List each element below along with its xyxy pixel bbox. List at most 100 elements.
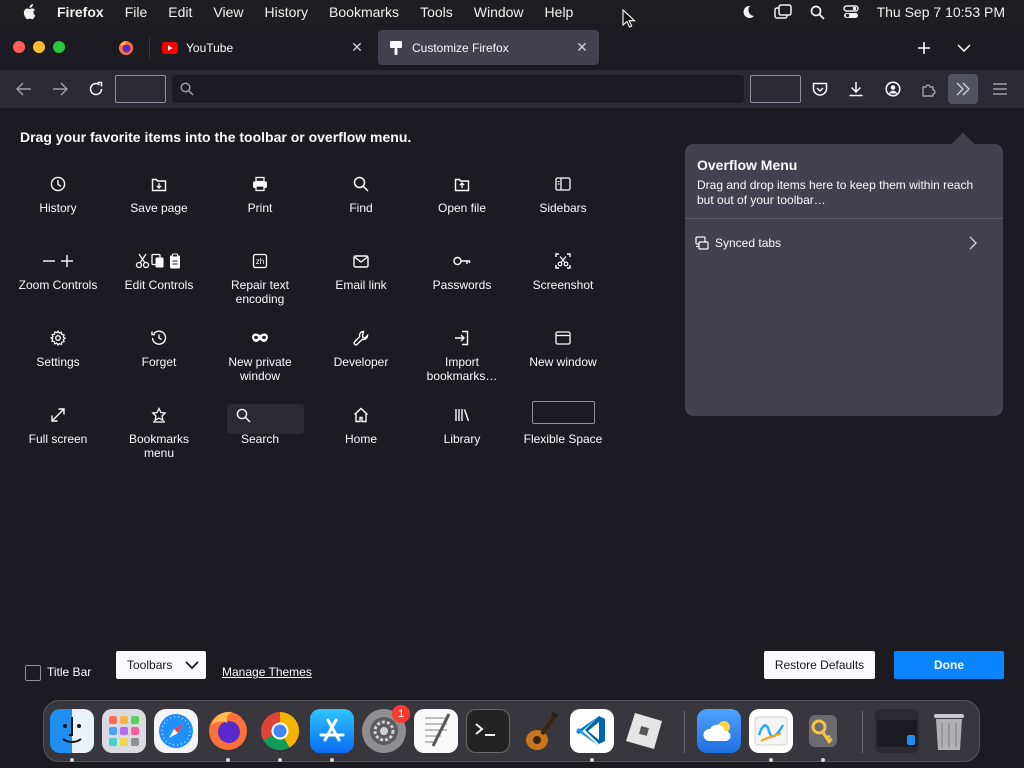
menu-file[interactable]: File: [125, 4, 148, 20]
palette-item-home[interactable]: Home: [316, 406, 406, 446]
tab-firefox-pinned[interactable]: [108, 30, 144, 65]
vscode-running-dot: [590, 758, 594, 762]
palette-item-search[interactable]: Search: [215, 404, 305, 446]
title-bar-checkbox[interactable]: [25, 665, 41, 681]
chrome-icon[interactable]: [258, 709, 302, 753]
moon-icon[interactable]: [740, 4, 756, 20]
keychain-running-dot: [821, 758, 825, 762]
palette-item-edit-controls[interactable]: Edit Controls: [114, 252, 204, 292]
palette-item-zoom-controls[interactable]: Zoom Controls: [13, 252, 103, 292]
trash-icon[interactable]: [927, 709, 971, 753]
terminal-icon[interactable]: [466, 709, 510, 753]
weather-icon[interactable]: [697, 709, 741, 753]
minimized-window-preview-icon[interactable]: [875, 709, 919, 753]
keychain-access-icon[interactable]: [801, 709, 845, 753]
forget-icon: [114, 329, 204, 347]
palette-item-flexible-space[interactable]: Flexible Space: [518, 400, 608, 446]
print-icon: [215, 175, 305, 193]
roblox-icon[interactable]: [622, 709, 666, 753]
menu-edit[interactable]: Edit: [168, 4, 192, 20]
downloads-button[interactable]: [841, 74, 871, 104]
manage-themes-link[interactable]: Manage Themes: [222, 665, 312, 679]
extensions-button[interactable]: [914, 74, 944, 104]
gear-icon: [13, 329, 103, 347]
palette-item-import-bookmarks[interactable]: Import bookmarks…: [417, 329, 507, 383]
firefox-dock-icon[interactable]: [206, 709, 250, 753]
menu-bookmarks[interactable]: Bookmarks: [329, 4, 399, 20]
palette-item-developer[interactable]: Developer: [316, 329, 406, 369]
app-store-icon[interactable]: [310, 709, 354, 753]
palette-item-settings[interactable]: Settings: [13, 329, 103, 369]
tab-youtube[interactable]: YouTube ✕: [152, 30, 374, 65]
palette-item-new-private-window[interactable]: New private window: [215, 329, 305, 383]
vscode-icon[interactable]: [570, 709, 614, 753]
palette-item-label: Settings: [36, 355, 80, 369]
customize-area: Drag your favorite items into the toolba…: [0, 108, 1024, 694]
toolbar-flexible-space[interactable]: [115, 75, 166, 103]
menu-window[interactable]: Window: [474, 4, 524, 20]
palette-item-new-window[interactable]: New window: [518, 329, 608, 369]
control-center-icon[interactable]: [842, 5, 859, 19]
menubar-clock[interactable]: Thu Sep 7 10:53 PM: [877, 4, 1005, 20]
safari-icon[interactable]: [154, 709, 198, 753]
palette-item-forget[interactable]: Forget: [114, 329, 204, 369]
close-window-button[interactable]: [13, 41, 25, 53]
launchpad-icon[interactable]: [102, 709, 146, 753]
close-tab-icon[interactable]: ✕: [575, 40, 589, 54]
minimize-window-button[interactable]: [33, 41, 45, 53]
zoom-controls-icon: [13, 252, 103, 270]
palette-item-label: Import bookmarks…: [426, 355, 498, 383]
home-icon: [316, 406, 406, 424]
done-button[interactable]: Done: [894, 651, 1004, 679]
toolbars-dropdown[interactable]: Toolbars: [116, 651, 206, 679]
chevron-right-icon: [969, 236, 977, 253]
palette-item-screenshot[interactable]: Screenshot: [518, 252, 608, 292]
menu-history[interactable]: History: [264, 4, 308, 20]
back-button[interactable]: [9, 74, 39, 104]
palette-item-full-screen[interactable]: Full screen: [13, 406, 103, 446]
spotlight-search-icon[interactable]: [810, 5, 825, 20]
navigation-toolbar: [0, 70, 1024, 108]
menu-app-name[interactable]: Firefox: [57, 4, 104, 20]
menu-view[interactable]: View: [213, 4, 243, 20]
overflow-menu-panel[interactable]: Overflow Menu Drag and drop items here t…: [685, 144, 1003, 416]
list-all-tabs-button[interactable]: [949, 33, 979, 63]
garageband-icon[interactable]: [518, 709, 562, 753]
close-tab-icon[interactable]: ✕: [350, 40, 364, 54]
palette-item-email-link[interactable]: Email link: [316, 252, 406, 292]
palette-item-sidebars[interactable]: Sidebars: [518, 175, 608, 215]
app-menu-button[interactable]: [985, 74, 1015, 104]
synced-tabs-item[interactable]: Synced tabs: [695, 231, 993, 255]
palette-item-open-file[interactable]: Open file: [417, 175, 507, 215]
tab-customize-firefox[interactable]: Customize Firefox ✕: [378, 30, 599, 65]
url-bar[interactable]: [172, 75, 744, 103]
synced-tabs-label: Synced tabs: [715, 236, 782, 250]
system-settings-icon[interactable]: 1: [362, 705, 410, 753]
palette-item-find[interactable]: Find: [316, 175, 406, 215]
toolbar-flexible-space-right[interactable]: [750, 75, 801, 103]
apple-menu-icon[interactable]: [18, 4, 40, 20]
account-button[interactable]: [878, 74, 908, 104]
freeform-icon[interactable]: [749, 709, 793, 753]
textedit-icon[interactable]: [414, 709, 458, 753]
palette-item-print[interactable]: Print: [215, 175, 305, 215]
find-icon: [316, 175, 406, 193]
forward-button[interactable]: [45, 74, 75, 104]
new-tab-button[interactable]: [909, 33, 939, 63]
menu-help[interactable]: Help: [545, 4, 574, 20]
restore-defaults-button[interactable]: Restore Defaults: [764, 651, 875, 679]
pocket-button[interactable]: [805, 74, 835, 104]
palette-item-history[interactable]: History: [13, 175, 103, 215]
palette-item-save-page[interactable]: Save page: [114, 175, 204, 215]
zoom-window-button[interactable]: [53, 41, 65, 53]
palette-item-bookmarks-menu[interactable]: Bookmarks menu: [114, 406, 204, 460]
palette-item-repair-text-encoding[interactable]: zh Repair text encoding: [215, 252, 305, 306]
palette-item-library[interactable]: Library: [417, 406, 507, 446]
overflow-menu-title: Overflow Menu: [697, 157, 798, 173]
menu-tools[interactable]: Tools: [420, 4, 453, 20]
screen-mirroring-icon[interactable]: [773, 4, 792, 20]
palette-item-passwords[interactable]: Passwords: [417, 252, 507, 292]
overflow-menu-button[interactable]: [948, 74, 978, 104]
reload-button[interactable]: [81, 74, 111, 104]
finder-icon[interactable]: [50, 709, 94, 753]
